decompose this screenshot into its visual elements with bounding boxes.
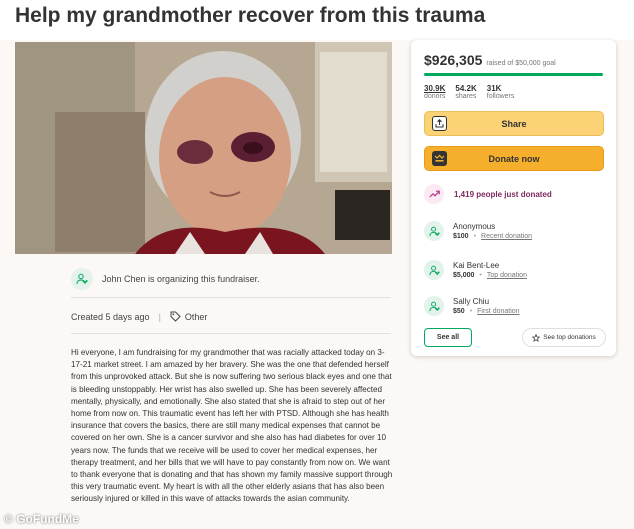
meta-separator: | [158,312,161,322]
donor-separator: • [479,272,482,279]
watermark-text: GoFundMe [16,512,79,526]
donor-amount: $50 [453,308,465,315]
donor-item: Kai Bent-Lee $5,000 • Top donation [424,260,527,280]
organizer-row: John Chen is organizing this fundraiser. [71,266,391,292]
campaign-title: Help my grandmother recover from this tr… [15,4,486,27]
donor-info: Anonymous $100 • Recent donation [453,222,532,240]
share-icon [432,116,447,131]
share-button[interactable]: Share [424,111,604,136]
see-all-button[interactable]: See all [424,328,472,347]
stat-label: shares [455,93,477,100]
donor-line: $50 • First donation [453,308,520,315]
stat-label: donors [424,93,446,100]
donation-card: $926,305 raised of $50,000 goal 30.9K do… [411,40,616,356]
campaign-photo[interactable] [15,42,392,254]
stat-label: followers [486,93,515,100]
see-top-label: See top donations [543,334,596,341]
trending-row: 1,419 people just donated [424,184,552,204]
donor-tag[interactable]: Top donation [487,272,527,279]
see-top-donations-button[interactable]: See top donations [522,328,606,347]
stat-value: 54.2K [455,84,477,93]
trending-text: 1,419 people just donated [454,189,552,199]
donor-tag[interactable]: Recent donation [481,233,532,240]
donor-item: Anonymous $100 • Recent donation [424,221,532,241]
campaign-meta: Created 5 days ago | Other [71,310,207,324]
donate-button-label: Donate now [488,153,540,164]
stats-row: 30.9K donors 54.2K shares 31K followers [424,84,524,100]
donor-info: Kai Bent-Lee $5,000 • Top donation [453,261,527,279]
user-heart-icon [71,268,93,290]
gofundme-logo-icon [432,151,447,166]
stat-value: 31K [486,84,502,93]
donor-name: Sally Chiu [453,297,490,306]
stat-value: 30.9K [424,84,446,93]
stat-followers: 31K followers [487,84,515,100]
donor-line: $100 • Recent donation [453,233,532,240]
donor-info: Sally Chiu $50 • First donation [453,297,520,315]
donate-button[interactable]: Donate now [424,146,604,171]
donor-name: Anonymous [453,222,496,231]
share-button-label: Share [501,118,527,129]
donor-amount: $5,000 [453,272,475,279]
campaign-photo-illustration [15,42,392,254]
progress-bar [424,73,603,76]
star-icon [532,333,541,342]
donor-separator: • [469,308,473,315]
raised-goal: raised of $50,000 goal [486,60,556,67]
progress-fill [424,73,603,76]
divider [71,297,391,298]
campaign-story: Hi everyone, I am fundraising for my gra… [71,348,393,504]
donor-tag[interactable]: First donation [477,308,519,315]
watermark: © GoFundMe [4,512,79,526]
stat-donors[interactable]: 30.9K donors [424,84,445,100]
user-heart-icon [424,221,444,241]
donor-line: $5,000 • Top donation [453,272,527,279]
donor-separator: • [473,233,477,240]
raised-amount: $926,305 [424,52,483,68]
created-date: Created 5 days ago [71,312,150,322]
copyright-icon: © [4,512,17,526]
organizer-text: John Chen is organizing this fundraiser. [102,274,260,284]
tag-icon [170,311,181,324]
donor-name: Kai Bent-Lee [453,261,500,270]
stat-shares: 54.2K shares [455,84,476,100]
trending-up-icon [424,184,444,204]
divider [71,333,391,334]
user-heart-icon [424,260,444,280]
donor-amount: $100 [453,233,469,240]
category-link[interactable]: Other [185,312,208,322]
donor-item: Sally Chiu $50 • First donation [424,296,520,316]
raised-summary: $926,305 raised of $50,000 goal [424,52,556,68]
user-heart-icon [424,296,444,316]
